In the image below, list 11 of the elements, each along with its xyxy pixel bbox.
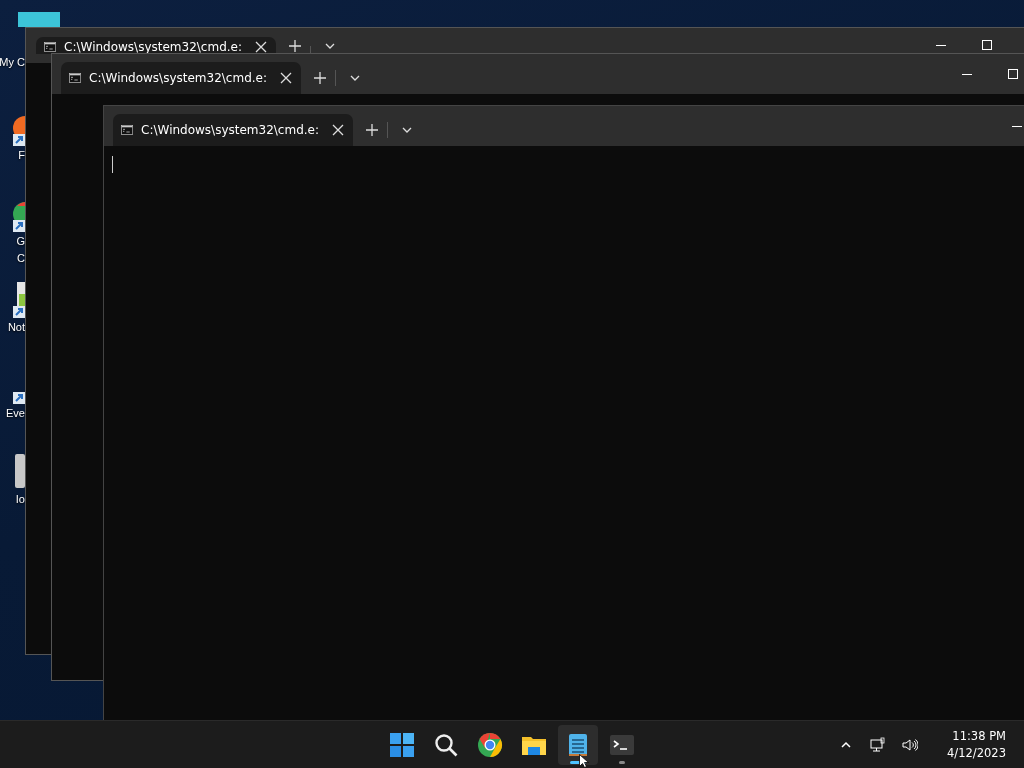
tab[interactable]: C:\Windows\system32\cmd.e: — [61, 62, 301, 94]
desktop-icon-label[interactable]: Not — [7, 320, 25, 335]
clock-time[interactable]: 11:38 PM — [952, 727, 1006, 745]
desktop-icon-label[interactable]: F — [18, 148, 25, 163]
tab[interactable]: C:\Windows\system32\cmd.e: — [113, 114, 353, 146]
desktop-icon-label[interactable]: Io — [15, 492, 25, 507]
desktop-icon-label[interactable]: G — [16, 234, 25, 249]
desktop-icon-label[interactable]: C — [17, 251, 25, 266]
desktop-icon-label[interactable]: My C — [0, 55, 25, 70]
desktop-icon-label[interactable]: Eve — [6, 406, 25, 421]
clock-date[interactable]: 4/12/2023 — [947, 744, 1006, 762]
